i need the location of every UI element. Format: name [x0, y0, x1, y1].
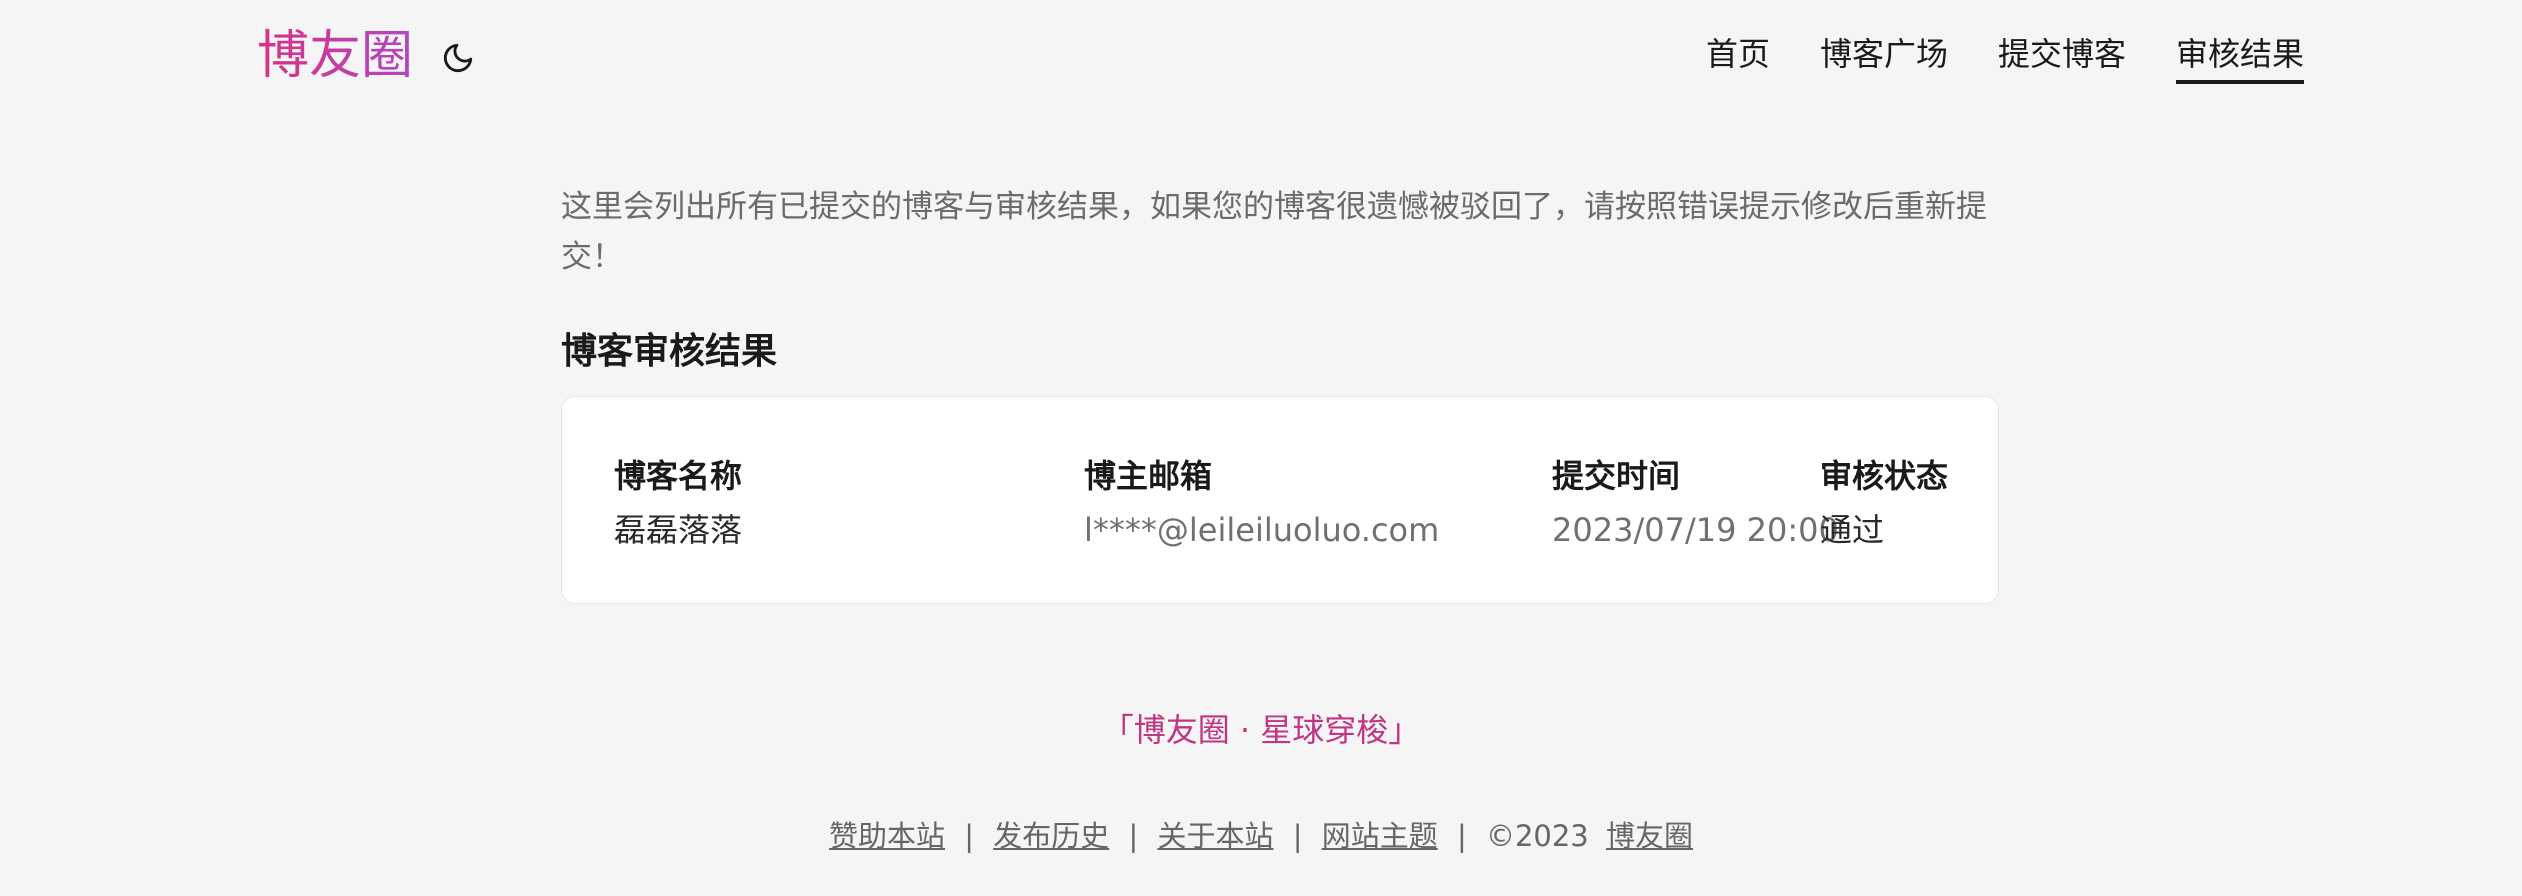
- site-header: 博友圈 首页 博客广场 提交博客 审核结果: [0, 0, 2522, 112]
- footer-link-site-theme[interactable]: 网站主题: [1322, 819, 1438, 853]
- results-table: 博客名称 博主邮箱 提交时间 审核状态 磊磊落落 l****@leileiluo…: [614, 449, 1954, 557]
- site-slogan: 「博友圈 · 星球穿梭」: [1101, 711, 1421, 749]
- table-row: 磊磊落落 l****@leileiluoluo.com 2023/07/19 2…: [614, 503, 1954, 557]
- footer-copyright: ©2023: [1485, 819, 1589, 853]
- footer-separator: |: [1128, 819, 1139, 853]
- footer-separator: |: [1456, 819, 1467, 853]
- main-content: 这里会列出所有已提交的博客与审核结果，如果您的博客很遗憾被驳回了，请按照错误提示…: [561, 182, 2001, 604]
- footer-link-release-history[interactable]: 发布历史: [993, 819, 1109, 853]
- moon-icon: [443, 43, 473, 73]
- nav-submit-blog[interactable]: 提交博客: [1998, 30, 2126, 84]
- footer-link-about[interactable]: 关于本站: [1157, 819, 1273, 853]
- cell-submit-time: 2023/07/19 20:00: [1552, 511, 1839, 549]
- column-header-status: 审核状态: [1820, 457, 1949, 495]
- theme-toggle-button[interactable]: [438, 38, 478, 78]
- column-header-email: 博主邮箱: [1084, 457, 1213, 495]
- column-header-submit-time: 提交时间: [1552, 457, 1681, 495]
- nav-blog-square[interactable]: 博客广场: [1820, 30, 1948, 84]
- footer-separator: |: [1292, 819, 1303, 853]
- nav-review-results[interactable]: 审核结果: [2175, 30, 2304, 84]
- section-title: 博客审核结果: [561, 331, 778, 372]
- column-header-blog-name: 博客名称: [614, 457, 743, 495]
- main-nav: 首页 博客广场 提交博客 审核结果: [1706, 30, 2304, 84]
- cell-blog-name: 磊磊落落: [614, 511, 743, 549]
- footer-separator: |: [964, 819, 975, 853]
- footer-link-sponsor[interactable]: 赞助本站: [829, 819, 945, 853]
- table-header-row: 博客名称 博主邮箱 提交时间 审核状态: [614, 449, 1954, 503]
- site-logo[interactable]: 博友圈: [257, 22, 413, 90]
- cell-status: 通过: [1820, 511, 1885, 549]
- results-card: 博客名称 博主邮箱 提交时间 审核状态 磊磊落落 l****@leileiluo…: [561, 396, 1999, 604]
- nav-home[interactable]: 首页: [1706, 30, 1770, 84]
- cell-email: l****@leileiluoluo.com: [1084, 511, 1440, 549]
- footer-site-link[interactable]: 博友圈: [1606, 819, 1693, 853]
- intro-text: 这里会列出所有已提交的博客与审核结果，如果您的博客很遗憾被驳回了，请按照错误提示…: [561, 189, 1987, 275]
- site-footer: 赞助本站 | 发布历史 | 关于本站 | 网站主题 | ©2023 博友圈: [0, 812, 2522, 860]
